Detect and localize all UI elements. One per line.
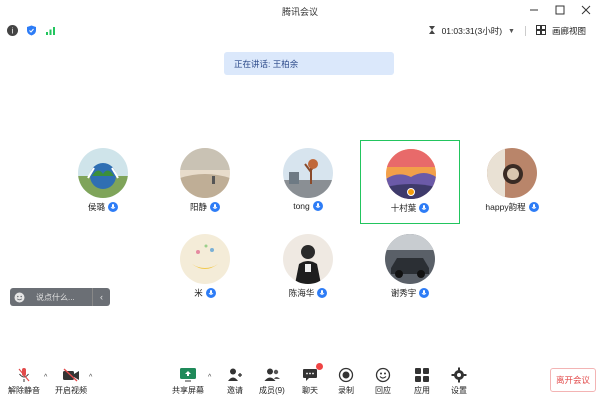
members-label: 成员(9) [259,386,285,395]
record-icon [337,366,355,383]
mute-label: 解除静音 [8,386,40,395]
apps-button[interactable]: 应用 [413,366,431,396]
participant-name: 阳静 [189,202,207,212]
participant-tile-active[interactable]: 十村葉 [360,140,460,224]
leave-meeting-button[interactable]: 离开会议 [550,368,596,392]
chat-input[interactable]: 说点什么... [28,292,92,303]
invite-button[interactable]: 邀请 [226,366,244,396]
reaction-label: 回应 [375,386,391,395]
avatar [180,148,230,198]
participant-name: 侯璐 [87,202,105,212]
members-button[interactable]: 成员(9) [259,366,285,396]
participant-name-row: 谢秀宇 [360,287,460,299]
participant-tile[interactable]: 谢秀宇 [360,226,460,310]
participant-tile[interactable]: 阳静 [155,140,255,224]
mic-icon [205,288,216,298]
settings-button[interactable]: 设置 [450,366,468,396]
mic-icon [419,203,430,213]
chevron-up-icon[interactable]: ^ [89,374,92,381]
avatar [385,234,435,284]
settings-label: 设置 [451,386,467,395]
participant-name-row: 十村葉 [361,202,459,214]
share-label: 共享屏幕 [172,386,204,395]
share-screen-button[interactable]: 共享屏幕 [172,366,204,396]
chat-button[interactable]: 聊天 [301,363,323,396]
chat-label: 聊天 [302,386,318,395]
video-label: 开启视频 [55,386,87,395]
mic-icon [210,202,220,212]
avatar [487,148,537,198]
participant-tile[interactable]: 米 [155,226,255,310]
chevron-left-icon[interactable]: ‹ [92,288,110,306]
invite-label: 邀请 [227,386,243,395]
host-badge-icon [407,188,415,196]
mic-icon [317,288,328,298]
leave-meeting-label: 离开会议 [555,375,590,385]
unread-badge [316,363,323,370]
participant-name: 十村葉 [390,203,417,213]
participant-name-row: 陈海华 [258,287,358,299]
gear-icon [450,366,468,383]
participant-name-row: 侯璐 [53,201,153,213]
avatar [78,148,128,198]
reaction-button[interactable]: 回应 [374,366,392,396]
participant-tile[interactable]: tong [258,140,358,224]
participant-name-row: 阳静 [155,201,255,213]
video-off-icon [62,366,80,383]
participant-name-row: happy韵程 [462,201,562,213]
participant-tile[interactable]: 侯璐 [53,140,153,224]
participant-name: 谢秀宇 [390,288,417,298]
record-button[interactable]: 录制 [337,366,355,396]
participant-name: 米 [194,288,203,298]
meeting-toolbar: 解除静音 ^ 开启视频 ^ 共享屏幕 ^ 邀请 成员(9) 聊天 录制 回应 应… [0,362,600,400]
apps-label: 应用 [414,386,430,395]
participant-tile[interactable]: 陈海华 [258,226,358,310]
chat-icon [301,363,323,383]
participant-name-row: 米 [155,287,255,299]
participant-name: tong [293,201,310,211]
members-icon [263,366,281,383]
add-user-icon [226,366,244,383]
avatar [283,234,333,284]
participant-name: 陈海华 [288,288,315,298]
video-button[interactable]: 开启视频 [55,366,87,396]
emoji-icon[interactable] [10,288,28,306]
apps-icon [413,366,431,383]
chevron-up-icon[interactable]: ^ [208,374,211,381]
reaction-icon [374,366,392,383]
participant-name: happy韵程 [485,202,526,212]
record-label: 录制 [338,386,354,395]
chevron-up-icon[interactable]: ^ [44,374,47,381]
mic-icon [312,201,323,211]
chat-quick-bar: 说点什么... ‹ [10,288,110,306]
mic-icon [419,288,430,298]
mute-button[interactable]: 解除静音 [8,366,40,396]
share-screen-icon [179,366,197,383]
avatar [283,148,333,198]
mic-icon [528,202,539,212]
mic-icon [108,202,118,212]
mic-muted-icon [15,366,33,383]
avatar [180,234,230,284]
participant-tile[interactable]: happy韵程 [462,140,562,224]
participant-grid: 侯璐 阳静 tong 十村葉 happy韵程 米 陈海华 谢秀宇 [0,0,600,360]
participant-name-row: tong [258,201,358,211]
